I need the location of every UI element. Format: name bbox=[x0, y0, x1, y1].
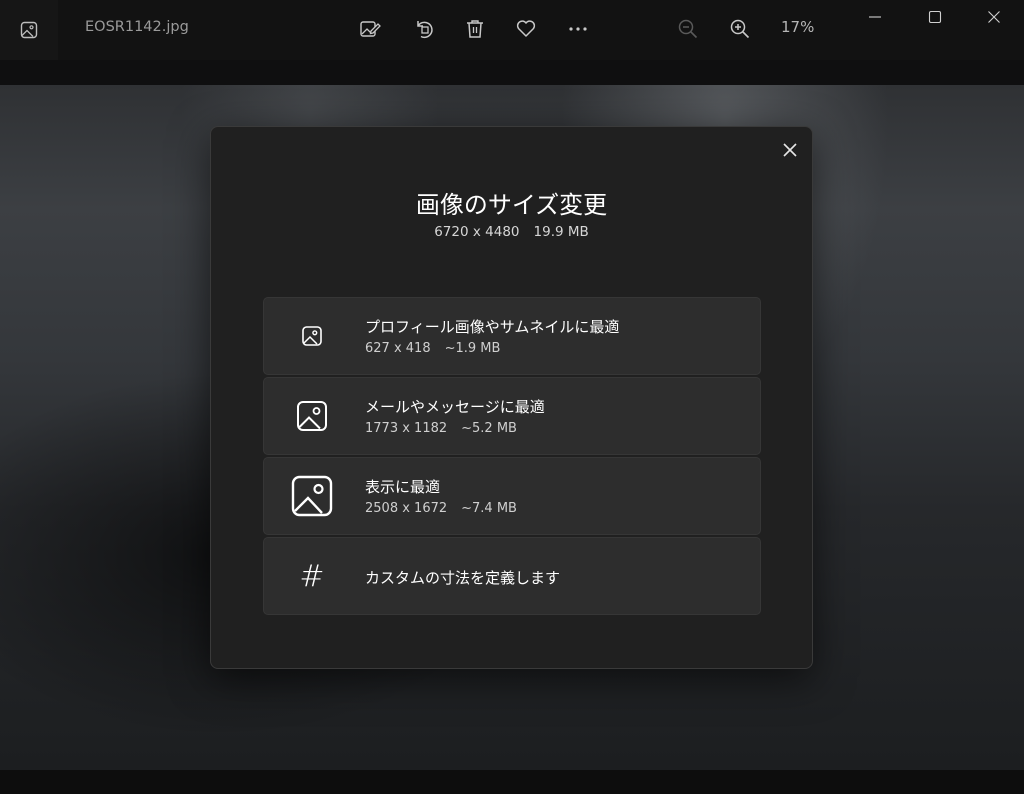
dialog-close-button[interactable] bbox=[777, 137, 803, 163]
rotate-button[interactable] bbox=[410, 15, 438, 43]
close-window-icon bbox=[988, 11, 1000, 23]
dialog-title: 画像のサイズ変更 bbox=[415, 191, 608, 219]
resize-option-medium[interactable]: メールやメッセージに最適 1773 x 1182 ~5.2 MB bbox=[263, 377, 761, 455]
minimize-icon bbox=[869, 16, 881, 18]
option-meta: 627 x 418 ~1.9 MB bbox=[365, 341, 500, 356]
title-bar: EOSR1142.jpg 17% bbox=[0, 0, 1024, 60]
image-large-icon bbox=[291, 475, 333, 517]
maximize-button[interactable] bbox=[920, 4, 950, 30]
option-dimensions: 627 x 418 bbox=[365, 341, 431, 356]
photos-window: EOSR1142.jpg 17% 画像のサイズ変更 6720 x 4480 19… bbox=[0, 0, 1024, 794]
option-dimensions: 2508 x 1672 bbox=[365, 501, 448, 516]
zoom-in-icon bbox=[730, 19, 750, 39]
hash-icon: # bbox=[299, 558, 325, 594]
file-name: EOSR1142.jpg bbox=[85, 19, 189, 35]
zoom-out-icon bbox=[678, 19, 698, 39]
image-medium-icon bbox=[297, 401, 327, 431]
app-icon-button[interactable] bbox=[0, 0, 58, 60]
option-meta: 1773 x 1182 ~5.2 MB bbox=[365, 421, 517, 436]
option-dimensions: 1773 x 1182 bbox=[365, 421, 448, 436]
original-dimensions: 6720 x 4480 bbox=[434, 224, 520, 240]
more-button[interactable] bbox=[564, 15, 592, 43]
favorite-button[interactable] bbox=[512, 15, 540, 43]
option-meta: 2508 x 1672 ~7.4 MB bbox=[365, 501, 517, 516]
edit-image-button[interactable] bbox=[356, 15, 384, 43]
original-file-size: 19.9 MB bbox=[533, 224, 589, 240]
option-size: ~1.9 MB bbox=[444, 341, 501, 356]
rotate-icon bbox=[417, 21, 433, 39]
delete-icon bbox=[467, 20, 483, 38]
resize-option-custom[interactable]: # カスタムの寸法を定義します bbox=[263, 537, 761, 615]
option-size: ~5.2 MB bbox=[461, 421, 517, 436]
close-icon bbox=[783, 143, 797, 157]
delete-button[interactable] bbox=[461, 15, 489, 43]
photo-app-icon bbox=[20, 21, 38, 39]
maximize-icon bbox=[928, 10, 942, 24]
zoom-in-button[interactable] bbox=[726, 15, 754, 43]
zoom-level[interactable]: 17% bbox=[781, 18, 814, 36]
favorite-icon bbox=[516, 20, 536, 37]
zoom-out-button[interactable] bbox=[674, 15, 702, 43]
option-label: 表示に最適 bbox=[365, 478, 441, 496]
option-size: ~7.4 MB bbox=[461, 501, 517, 516]
bottom-bar bbox=[0, 770, 1024, 794]
option-label: カスタムの寸法を定義します bbox=[365, 569, 561, 587]
resize-dialog: 画像のサイズ変更 6720 x 4480 19.9 MB プロフィール画像やサムネ… bbox=[210, 126, 813, 669]
edit-image-icon bbox=[360, 21, 381, 37]
option-label: プロフィール画像やサムネイルに最適 bbox=[365, 318, 620, 336]
resize-option-large[interactable]: 表示に最適 2508 x 1672 ~7.4 MB bbox=[263, 457, 761, 535]
minimize-button[interactable] bbox=[860, 4, 890, 30]
option-label: メールやメッセージに最適 bbox=[365, 398, 545, 416]
more-icon bbox=[569, 27, 587, 31]
original-image-info: 6720 x 4480 19.9 MB bbox=[211, 224, 812, 240]
close-window-button[interactable] bbox=[979, 4, 1009, 30]
image-small-icon bbox=[302, 326, 322, 346]
resize-option-small[interactable]: プロフィール画像やサムネイルに最適 627 x 418 ~1.9 MB bbox=[263, 297, 761, 375]
